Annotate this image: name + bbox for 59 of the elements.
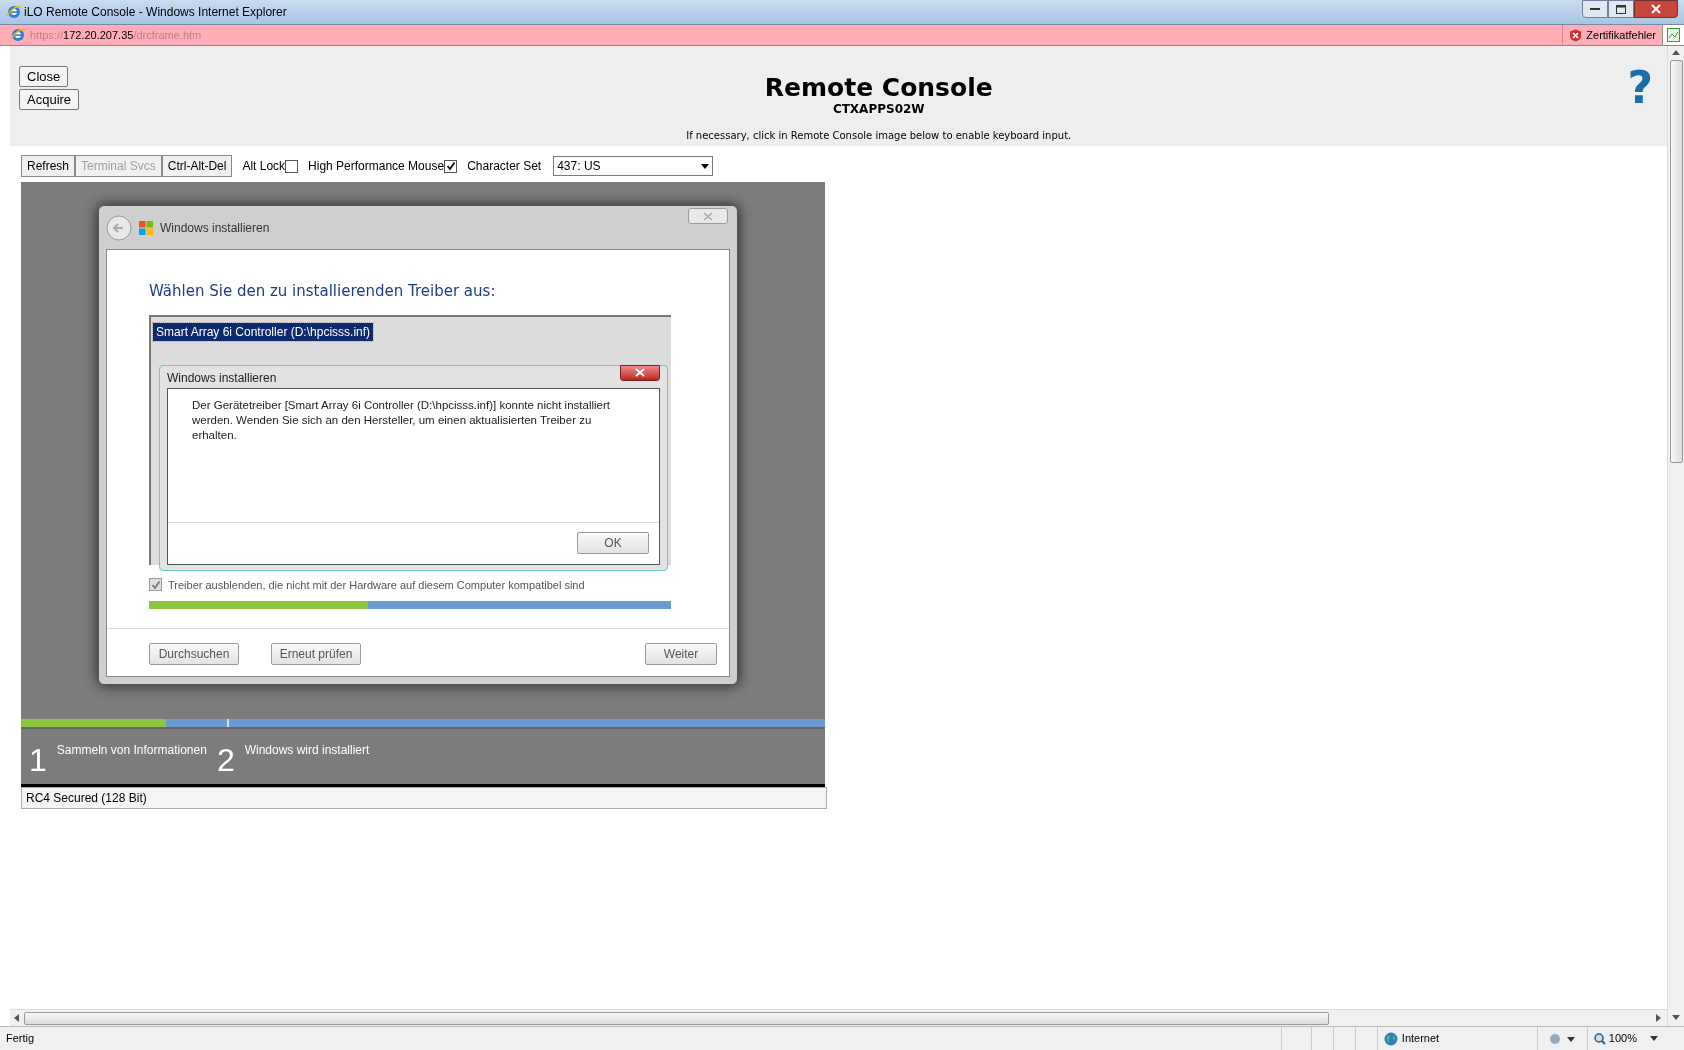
select-label: Character Set xyxy=(467,158,542,175)
ok-button[interactable]: OK xyxy=(577,532,649,554)
keyboard-hint: If necessary, click in Remote Console image below to enable keyboard input. xyxy=(686,129,1072,143)
close-icon xyxy=(635,368,645,377)
checkbox[interactable] xyxy=(149,578,162,592)
setup-button[interactable]: Weiter xyxy=(645,642,717,665)
caret-icon xyxy=(1650,1036,1658,1041)
help-icon[interactable]: ? xyxy=(1627,68,1653,146)
zoom-icon xyxy=(1593,1032,1606,1045)
toolbar-button[interactable]: Refresh xyxy=(21,155,76,177)
error-message: Der Gerätetreiber [Smart Array 6i Controller (D:\hpcisss.inf)] konnte nicht installiert werden. Wenden Sie sich an den Hersteller, um einen aktualisierten Treiber zu erhalten. xyxy=(192,397,611,443)
toolbar-button[interactable]: Ctrl-Alt-Del xyxy=(161,155,233,177)
status-text: Fertig xyxy=(6,1031,35,1047)
close-button[interactable] xyxy=(1634,0,1678,18)
setup-button[interactable]: Erneut prüfen xyxy=(271,642,361,665)
page-icon xyxy=(1667,28,1680,42)
close-button[interactable] xyxy=(620,364,660,381)
close-icon xyxy=(703,211,713,221)
close-icon xyxy=(1651,4,1661,14)
compatibility-view-button[interactable] xyxy=(1662,25,1684,45)
step-number: 1 xyxy=(29,743,47,777)
checkbox-label: Treiber ausblenden, die nicht mit der Hardware auf diesem Computer kompatibel sind xyxy=(168,577,585,593)
security-zone: Internet xyxy=(1401,1031,1440,1047)
address-url[interactable]: https://172.20.207.35/drcframe.htm xyxy=(30,26,202,44)
browser-icon xyxy=(10,27,26,43)
globe-icon xyxy=(1383,1031,1398,1046)
host-name: CTXAPPS02W xyxy=(832,102,925,116)
horizontal-scrollbar[interactable] xyxy=(10,1009,1667,1026)
scrollbar-thumb[interactable] xyxy=(1669,60,1683,463)
shield-error-icon xyxy=(1569,28,1583,42)
character-set-select[interactable]: 437: US xyxy=(553,156,714,176)
checkbox-label: Alt Lock xyxy=(242,158,286,175)
header-button[interactable]: Close xyxy=(19,66,69,87)
step-label: Windows wird installiert xyxy=(244,742,370,759)
scrollbar-thumb[interactable] xyxy=(24,1011,1329,1025)
dialog-heading: Wählen Sie den zu installierenden Treiber aus: xyxy=(149,281,497,302)
zoom-button[interactable]: 100% xyxy=(1586,1027,1664,1050)
step-number: 2 xyxy=(216,743,235,777)
checkbox-label: High Performance Mouse xyxy=(308,158,445,175)
browser-icon xyxy=(6,4,22,20)
console-status: RC4 Secured (128 Bit) xyxy=(26,790,147,807)
setup-window-title: Windows installieren xyxy=(160,219,270,237)
step-label: Sammeln von Informationen xyxy=(56,742,207,759)
dropdown-arrow-icon xyxy=(701,163,710,169)
setup-button[interactable]: Durchsuchen xyxy=(149,642,239,665)
header-button[interactable]: Acquire xyxy=(19,89,80,110)
maximize-icon xyxy=(1616,4,1626,14)
checkbox[interactable] xyxy=(444,159,458,173)
console-screen[interactable] xyxy=(21,182,825,787)
minimize-button[interactable] xyxy=(1582,0,1608,18)
page-title: Remote Console xyxy=(764,74,993,102)
checkbox[interactable] xyxy=(285,159,299,173)
driver-item[interactable]: Smart Array 6i Controller (D:\hpcisss.inf) xyxy=(153,322,374,341)
maximize-button[interactable] xyxy=(1608,0,1634,18)
vertical-scrollbar[interactable] xyxy=(1667,46,1684,1026)
minimize-icon xyxy=(1590,7,1600,11)
window-title: iLO Remote Console - Windows Internet Explorer xyxy=(24,4,287,21)
error-dialog-title: Windows installieren xyxy=(167,369,277,387)
windows-logo-icon xyxy=(138,219,154,236)
